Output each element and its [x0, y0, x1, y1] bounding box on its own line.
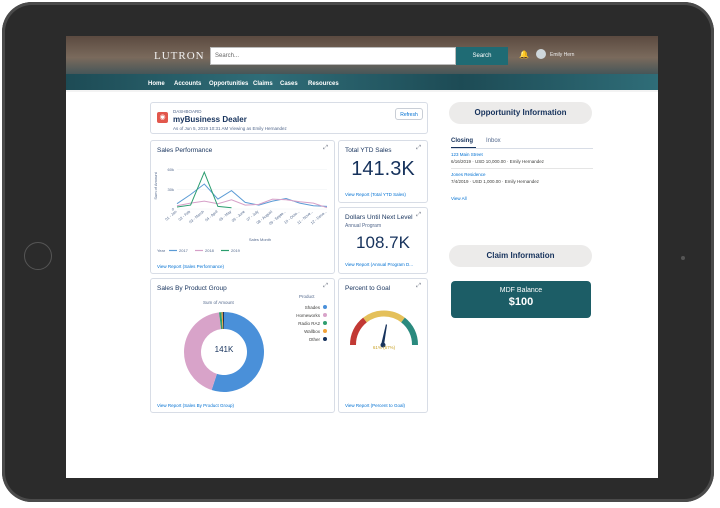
nav-claims[interactable]: Claims — [253, 81, 273, 87]
gauge-center-label: 61% (57%) — [372, 345, 396, 350]
next-level-value: 108.7K — [356, 233, 410, 252]
legend-label: Homeworks — [296, 313, 320, 318]
nav-resources[interactable]: Resources — [308, 81, 339, 87]
dashboard-subtitle: As of Jun 5, 2019 10:31 AM Viewing as Em… — [173, 126, 287, 131]
screen: LUTRON Search... Search 🔔 Emily Hern Hom… — [66, 36, 658, 478]
expand-icon[interactable]: ⤢ — [416, 212, 421, 219]
main-nav: Home Accounts Opportunities Claims Cases… — [66, 76, 658, 92]
avatar[interactable] — [536, 49, 546, 59]
tab-divider — [451, 148, 593, 149]
legend-label-2019: 2019 — [231, 248, 241, 253]
card-subtitle: Annual Program — [345, 223, 382, 229]
legend-item: Other — [279, 336, 327, 344]
opportunity-item-detail: 6/16/2019 · USD 10,000.00 · Emily Hernan… — [451, 159, 545, 164]
card-title: Sales By Product Group — [157, 285, 227, 292]
expand-icon[interactable]: ⤢ — [323, 145, 328, 152]
view-report-link[interactable]: View Report (Percent to Goal) — [345, 403, 405, 408]
legend-item: Homeworks — [279, 312, 327, 320]
legend-label: Radio RA2 — [298, 321, 320, 326]
bell-icon[interactable]: 🔔 — [519, 50, 529, 59]
donut-center-value: 141K — [214, 345, 234, 354]
lutron-logo[interactable]: LUTRON — [154, 50, 205, 62]
tab-inbox[interactable]: Inbox — [486, 138, 501, 144]
nav-home[interactable]: Home — [148, 81, 165, 87]
x-tick-label: 06 - June — [231, 210, 246, 223]
legend-label: Other — [308, 337, 320, 342]
card-title: Sales Performance — [157, 147, 213, 154]
mdf-label: MDF Balance — [499, 287, 543, 294]
nav-accounts[interactable]: Accounts — [174, 81, 201, 87]
opportunity-item-name[interactable]: Jones Residence — [451, 172, 486, 177]
x-tick-label: 04 - April — [205, 210, 219, 223]
mdf-value: $100 — [508, 296, 534, 308]
product-group-card: Sales By Product Group ⤢ Sum of Amount 1… — [150, 278, 335, 413]
expand-icon[interactable]: ⤢ — [323, 283, 328, 290]
nav-cases[interactable]: Cases — [280, 81, 298, 87]
opportunity-item-name[interactable]: 123 Main Street — [451, 152, 483, 157]
view-report-link[interactable]: View Report (Sales Performance) — [157, 264, 224, 269]
card-title: Total YTD Sales — [345, 147, 392, 154]
legend-dot — [323, 337, 327, 341]
legend-dot — [323, 305, 327, 309]
opportunity-item-detail: 7/4/2019 · USD 1,000.00 · Emily Hernande… — [451, 179, 540, 184]
list-divider — [451, 168, 593, 169]
next-level-card: Dollars Until Next Level ⤢ Annual Progra… — [338, 207, 428, 274]
legend-label-2018: 2018 — [205, 248, 215, 253]
view-report-link[interactable]: View Report (Total YTD Sales) — [345, 192, 406, 197]
x-tick-label: 05 - May — [218, 210, 232, 223]
user-menu[interactable]: Emily Hern — [550, 52, 574, 58]
view-report-link[interactable]: View Report (Annual Program D... — [345, 262, 413, 267]
card-title: Percent to Goal — [345, 285, 391, 292]
legend-dot — [323, 321, 327, 325]
search-button[interactable]: Search — [456, 47, 508, 65]
nav-opportunities[interactable]: Opportunities — [209, 81, 248, 87]
expand-icon[interactable]: ⤢ — [416, 145, 421, 152]
donut-legend: Shades Homeworks Radio RA2 Wallbox Other — [279, 304, 327, 344]
y-axis-label: Sum of Amount — [153, 171, 158, 199]
legend-dot — [323, 313, 327, 317]
view-report-link[interactable]: View Report (Sales By Product Group) — [157, 403, 234, 408]
tablet-frame: LUTRON Search... Search 🔔 Emily Hern Hom… — [2, 2, 714, 502]
legend-title: Product — [299, 294, 315, 299]
view-all-link[interactable]: View All — [451, 196, 467, 201]
legend-label: Wallbox — [304, 329, 320, 334]
goal-gauge — [349, 310, 419, 348]
page-body: ◉ DASHBOARD myBusiness Dealer As of Jun … — [66, 92, 658, 478]
refresh-button[interactable]: Refresh — [395, 108, 423, 120]
chart-subtitle: Sum of Amount — [203, 300, 234, 305]
legend-dot — [323, 329, 327, 333]
mdf-balance-tile[interactable]: MDF Balance $100 — [451, 281, 591, 318]
sales-performance-card: Sales Performance ⤢ 60k 30k 0 Sum of Amount… — [150, 140, 335, 274]
legend-label-2017: 2017 — [179, 248, 189, 253]
sales-line-chart: 60k30k0Sum of Amount01 - Jan 02 - Feb03 -… — [153, 167, 328, 253]
search-input[interactable]: Search... — [210, 47, 456, 65]
expand-icon[interactable]: ⤢ — [416, 283, 421, 290]
legend-label: Shades — [304, 305, 320, 310]
dashboard-header: ◉ DASHBOARD myBusiness Dealer As of Jun … — [150, 102, 428, 134]
series-line-2017 — [176, 183, 328, 207]
opportunity-info-button[interactable]: Opportunity Information — [449, 102, 592, 124]
legend-item: Radio RA2 — [279, 320, 327, 328]
tab-closing[interactable]: Closing — [451, 138, 473, 144]
legend-item: Wallbox — [279, 328, 327, 336]
claim-info-button[interactable]: Claim Information — [449, 245, 592, 267]
camera-dot — [681, 256, 685, 260]
y-tick-label: 60k — [168, 167, 174, 172]
home-button[interactable] — [24, 242, 52, 270]
dashboard-icon: ◉ — [157, 112, 168, 123]
x-axis-label: Sales Month — [249, 237, 271, 242]
legend-title: Year — [157, 248, 166, 253]
ytd-sales-card: Total YTD Sales ⤢ 141.3K View Report (To… — [338, 140, 428, 203]
y-tick-label: 30k — [168, 187, 174, 192]
x-tick-label: 03 - March — [188, 210, 204, 225]
percent-to-goal-card: Percent to Goal ⤢ 61% (57%) View Report … — [338, 278, 428, 413]
dashboard-label: DASHBOARD — [173, 109, 202, 114]
ytd-value: 141.3K — [351, 158, 415, 180]
legend-item: Shades — [279, 304, 327, 312]
dashboard-title: myBusiness Dealer — [173, 115, 247, 124]
card-title: Dollars Until Next Level — [345, 214, 413, 221]
